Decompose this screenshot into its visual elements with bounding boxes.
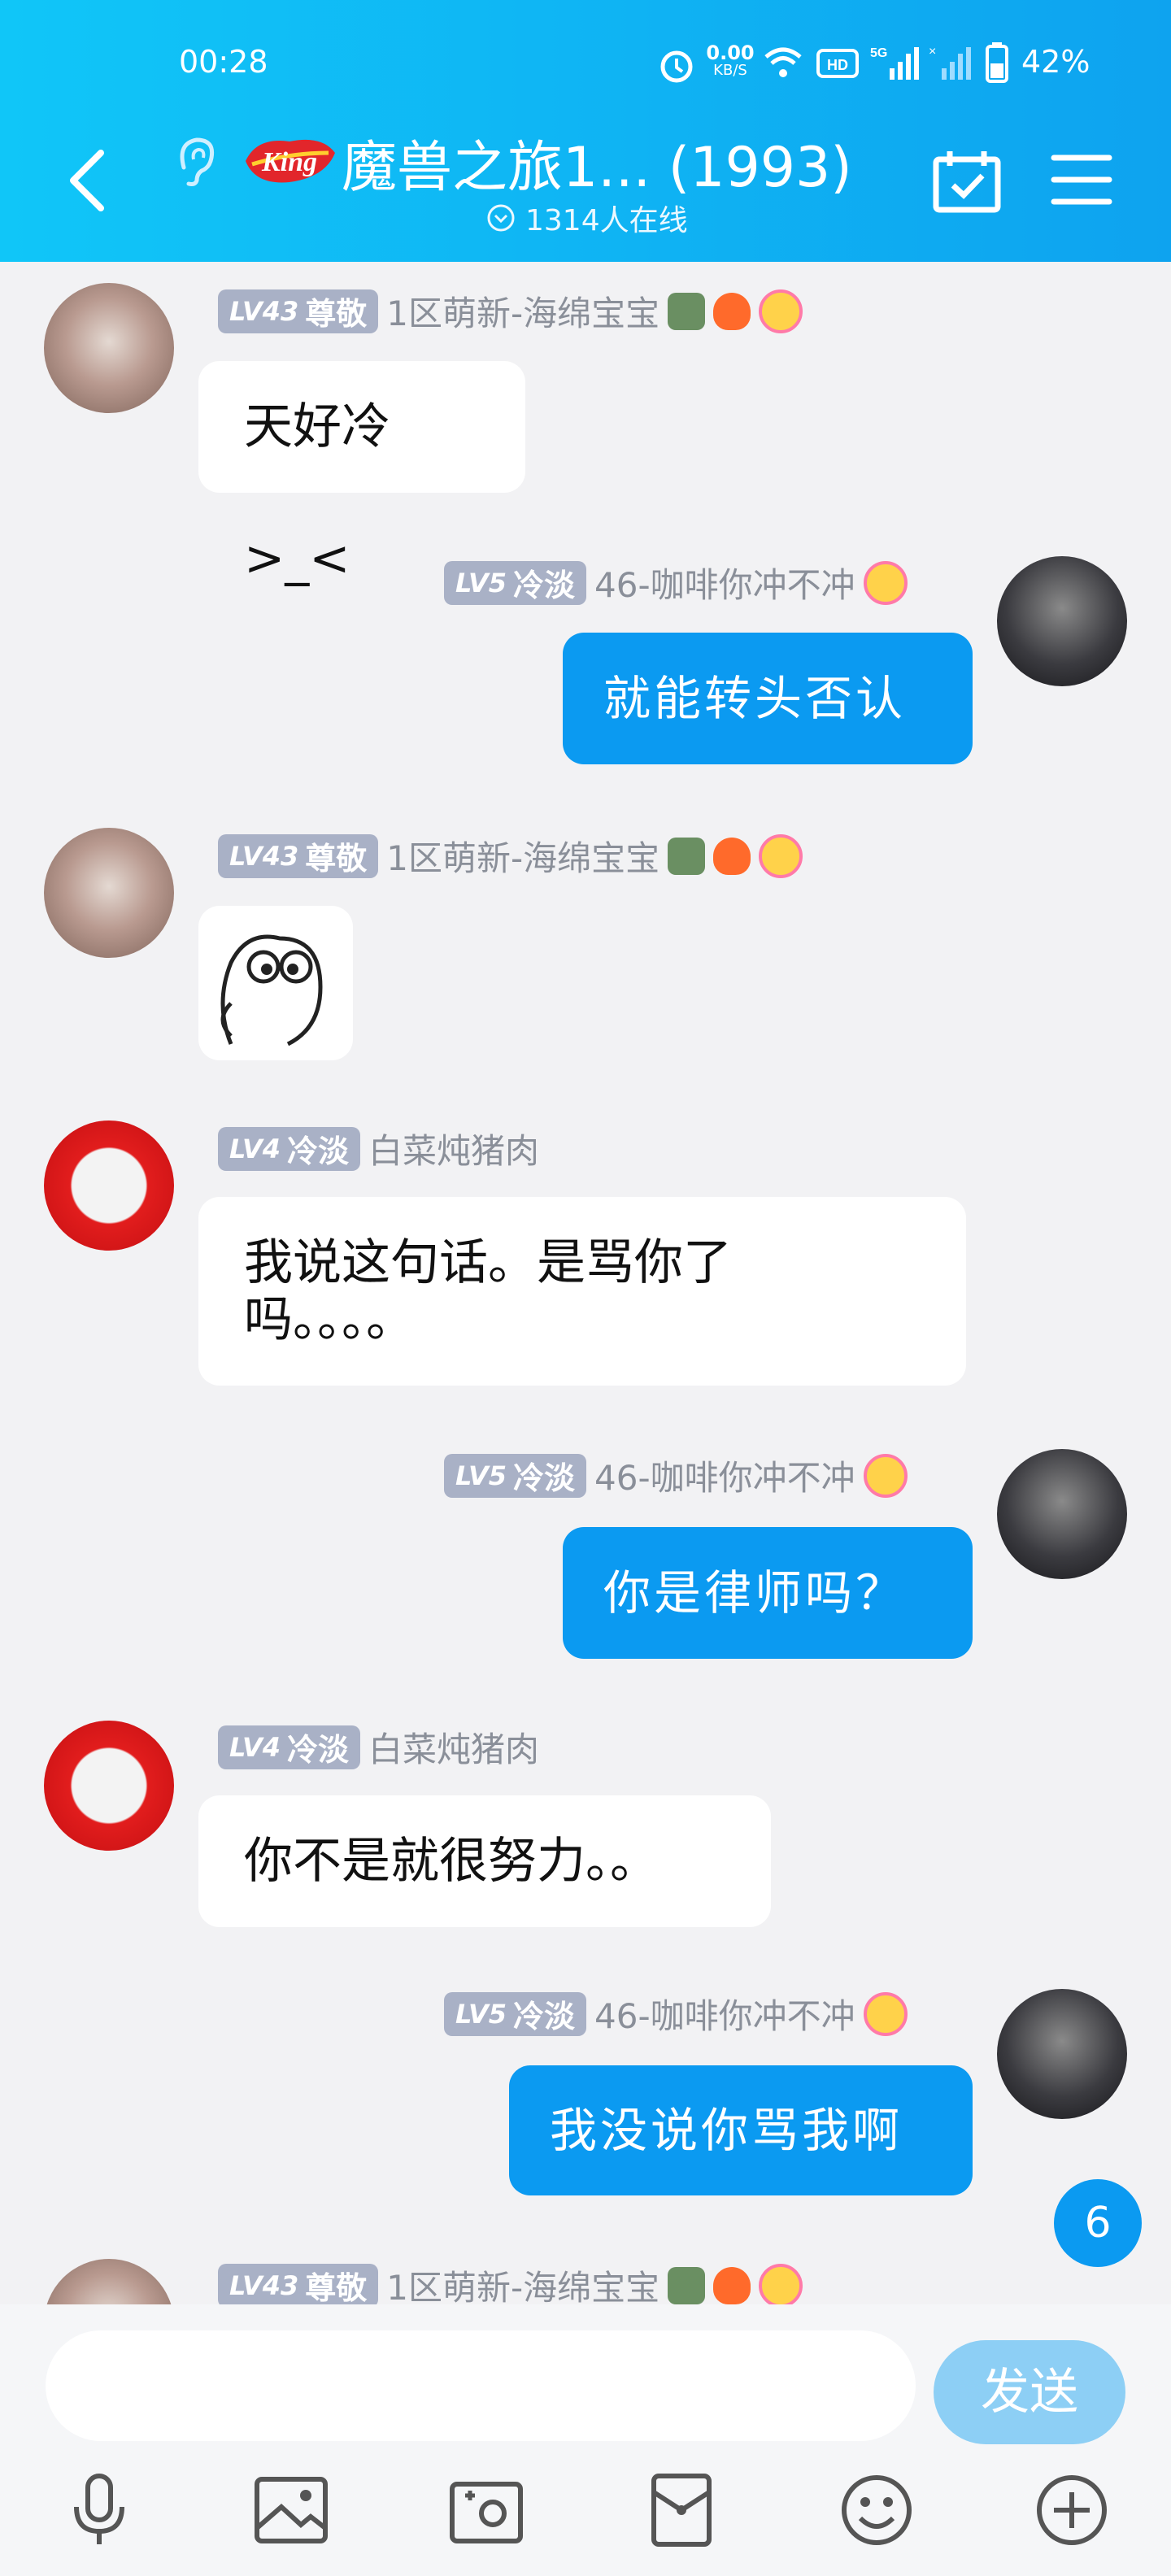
level-badge: LV5 冷淡 <box>444 560 587 605</box>
red-packet-icon[interactable] <box>642 2471 720 2549</box>
calendar-check-icon[interactable] <box>932 150 1002 215</box>
avatar[interactable] <box>997 556 1127 686</box>
online-count: 1314人在线 <box>525 204 688 237</box>
message-bubble[interactable]: 天好冷>_< <box>198 361 525 587</box>
avatar[interactable] <box>44 1721 174 1851</box>
sender-name[interactable]: 白菜炖猪肉 <box>368 1722 539 1772</box>
level-badge: LV4 冷淡 <box>218 1725 361 1769</box>
message-list[interactable]: LV43 尊敬 1区萌新-海绵宝宝 天好冷>_< LV5 冷淡 46-咖啡你冲不冲 … <box>0 262 1171 2304</box>
alarm-icon <box>660 50 693 83</box>
emoji-icon[interactable] <box>838 2471 916 2549</box>
header: 00:28 0.00 KB/S HD 5G × 42% King 魔兽之旅1..… <box>0 0 1171 262</box>
dragon-icon <box>668 292 706 330</box>
dragon-icon <box>668 2266 706 2304</box>
hd-icon: HD <box>816 49 859 78</box>
king-group-logo: King <box>246 139 335 183</box>
message-input[interactable] <box>46 2330 916 2441</box>
menu-icon[interactable] <box>1051 153 1112 207</box>
level-badge: LV4 冷淡 <box>218 1126 361 1171</box>
level-badge: LV5 冷淡 <box>444 1991 587 2036</box>
sender-name[interactable]: 白菜炖猪肉 <box>368 1124 539 1173</box>
svg-text:5G: 5G <box>870 46 887 60</box>
message-bubble[interactable]: 你不是就很努力。。 <box>198 1795 771 1927</box>
battery-icon <box>986 42 1008 83</box>
avatar[interactable] <box>44 283 174 413</box>
smile-face-icon <box>863 1453 908 1498</box>
message-bubble[interactable]: 我没说你骂我啊 <box>509 2065 973 2195</box>
smile-face-icon <box>863 1991 908 2036</box>
message-bubble[interactable]: 你是律师吗？ <box>563 1527 973 1659</box>
plus-icon[interactable] <box>1033 2471 1111 2549</box>
fire-icon <box>713 292 751 330</box>
message-line: 吗。。。。 <box>244 1291 415 1348</box>
svg-text:×: × <box>929 45 936 59</box>
clock: 00:28 <box>179 44 268 80</box>
smile-face-icon <box>863 560 908 605</box>
message-line: 我说这句话。是骂你了 <box>244 1234 732 1291</box>
wifi-icon <box>764 47 802 77</box>
fire-icon <box>713 837 751 875</box>
avatar[interactable] <box>997 1449 1127 1579</box>
sticker-image[interactable] <box>198 906 353 1060</box>
sender-name[interactable]: 46-咖啡你冲不冲 <box>594 1989 855 2039</box>
chevron-down-circle-icon[interactable] <box>486 203 516 233</box>
level-badge: LV43 尊敬 <box>218 2263 379 2304</box>
avatar[interactable] <box>997 1989 1127 2119</box>
back-icon[interactable] <box>63 148 109 213</box>
sender-name[interactable]: 46-咖啡你冲不冲 <box>594 1451 855 1500</box>
camera-icon[interactable] <box>447 2471 525 2549</box>
svg-text:King: King <box>261 147 317 177</box>
battery-level: 42% <box>1021 44 1090 80</box>
fire-icon <box>713 2266 751 2304</box>
smile-face-icon <box>759 833 803 878</box>
sender-name[interactable]: 1区萌新-海绵宝宝 <box>386 2261 660 2304</box>
send-button[interactable]: 发送 <box>934 2340 1125 2444</box>
avatar[interactable] <box>44 2259 174 2304</box>
level-badge: LV5 冷淡 <box>444 1453 587 1498</box>
ear-icon[interactable] <box>172 135 218 187</box>
svg-text:HD: HD <box>827 57 848 73</box>
message-bubble[interactable]: 就能转头否认 <box>563 633 973 764</box>
avatar[interactable] <box>44 1120 174 1251</box>
image-icon[interactable] <box>252 2471 330 2549</box>
signal-2-icon: × <box>929 45 971 80</box>
sender-name[interactable]: 1区萌新-海绵宝宝 <box>386 286 660 336</box>
net-speed: 0.00 KB/S <box>706 41 755 79</box>
smile-face-icon <box>759 289 803 333</box>
message-bubble[interactable]: 我说这句话。是骂你了 吗。。。。 <box>198 1197 966 1386</box>
signal-5g-icon: 5G <box>870 46 919 80</box>
level-badge: LV43 尊敬 <box>218 289 379 333</box>
level-badge: LV43 尊敬 <box>218 833 379 878</box>
composer: 发送 <box>0 2304 1171 2576</box>
smile-face-icon <box>759 2263 803 2304</box>
unread-count-badge[interactable]: 6 <box>1054 2179 1142 2267</box>
avatar[interactable] <box>44 828 174 958</box>
dragon-icon <box>668 837 706 875</box>
sender-name[interactable]: 46-咖啡你冲不冲 <box>594 558 855 607</box>
microphone-icon[interactable] <box>60 2471 138 2549</box>
sender-name[interactable]: 1区萌新-海绵宝宝 <box>386 831 660 881</box>
group-title[interactable]: 魔兽之旅1... (1993) <box>342 122 852 202</box>
